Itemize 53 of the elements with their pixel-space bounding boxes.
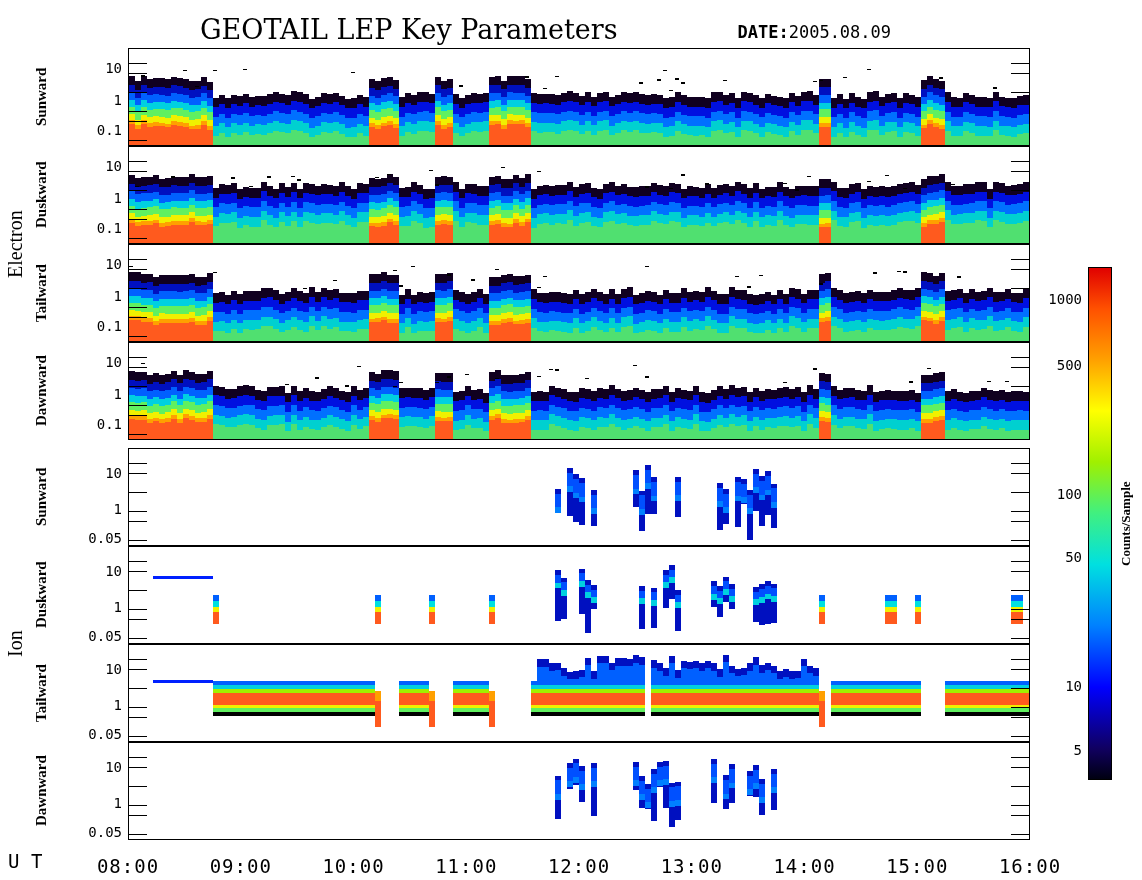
- y-tick-label: 10: [105, 158, 122, 173]
- x-tick-label: 16:00: [998, 854, 1062, 879]
- panel-label: Duskward: [32, 160, 50, 231]
- date-label: DATE:2005.08.09: [737, 21, 892, 44]
- x-tick-label: 12:00: [547, 854, 611, 879]
- y-tick-label: 10: [105, 662, 122, 677]
- y-tick-label: 0.05: [88, 825, 122, 840]
- y-tick-label: 10: [105, 256, 122, 271]
- panel-label: Tailward: [32, 263, 50, 324]
- y-tick-label: 1: [113, 697, 122, 712]
- y-tick-label: 0.1: [96, 221, 122, 236]
- colorbar-tick-label: 1000: [1048, 291, 1082, 306]
- y-tick-label: 0.1: [96, 123, 122, 138]
- x-tick-label: 15:00: [886, 854, 949, 879]
- x-tick-label: 14:00: [773, 854, 836, 879]
- y-tick-label: 0.1: [96, 319, 122, 334]
- colorbar-tick-label: 50: [1065, 549, 1082, 564]
- x-tick-label: 10:00: [322, 854, 385, 879]
- y-tick-label: 10: [105, 760, 122, 775]
- y-tick-label: 1: [113, 501, 122, 516]
- y-tick-label: 10: [105, 354, 122, 369]
- colorbar-tick-label: 500: [1056, 357, 1082, 372]
- panel-label: Tailward: [32, 663, 50, 724]
- y-tick-label: 1: [113, 386, 122, 401]
- x-tick-label: 13:00: [660, 854, 723, 879]
- y-tick-label: 1: [113, 190, 122, 205]
- panel-label: Dawnward: [32, 354, 50, 429]
- x-tick-label: 08:00: [96, 854, 160, 879]
- y-tick-label: 1: [113, 288, 122, 303]
- group-label: Electron: [3, 209, 27, 280]
- y-tick-label: 10: [105, 466, 122, 481]
- y-tick-label: 10: [105, 60, 122, 75]
- panel-label: Duskward: [32, 560, 50, 631]
- colorbar-tick-label: 10: [1065, 679, 1082, 694]
- panel-label: Sunward: [32, 466, 50, 529]
- y-tick-label: 0.05: [88, 629, 122, 644]
- axis-label: U T: [8, 850, 43, 873]
- y-tick-label: 10: [105, 564, 122, 579]
- colorbar-tick-label: 5: [1073, 743, 1082, 758]
- colorbar-title: Counts/Sample: [1117, 480, 1134, 568]
- plot-title: GEOTAIL LEP Key Parameters: [200, 13, 618, 47]
- y-tick-label: 0.1: [96, 417, 122, 432]
- group-label: Ion: [3, 629, 27, 660]
- x-tick-label: 11:00: [435, 854, 498, 879]
- y-tick-label: 0.05: [88, 531, 122, 546]
- y-tick-label: 1: [113, 599, 122, 614]
- x-tick-label: 09:00: [209, 854, 272, 879]
- colorbar-tick-label: 100: [1056, 486, 1082, 501]
- panel-label: Dawnward: [32, 754, 50, 829]
- panel-label: Sunward: [32, 66, 50, 129]
- y-tick-label: 0.05: [88, 727, 122, 742]
- y-tick-label: 1: [113, 92, 122, 107]
- y-tick-label: 1: [113, 795, 122, 810]
